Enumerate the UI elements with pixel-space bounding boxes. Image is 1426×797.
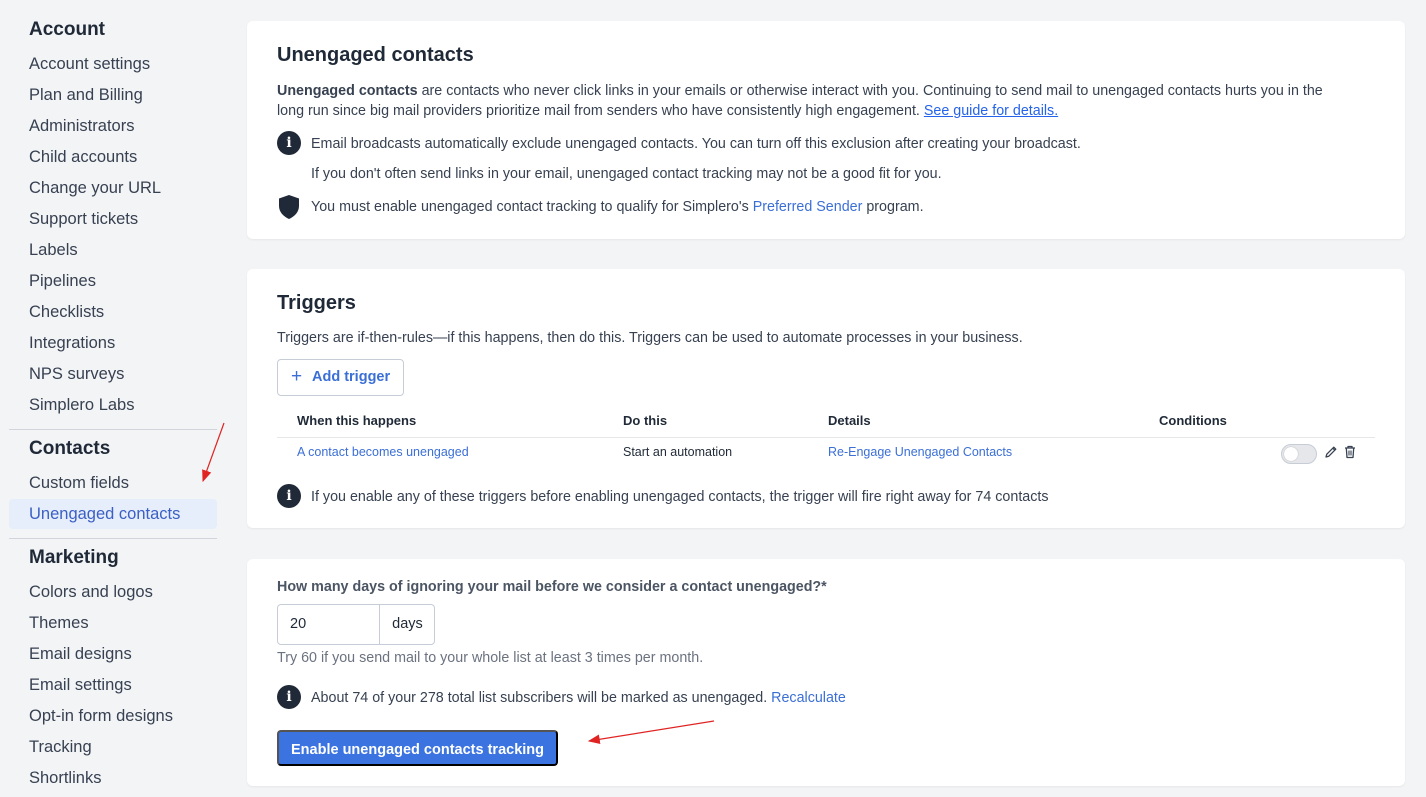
sidebar-item-opt-in-form-designs[interactable]: Opt-in form designs	[9, 701, 217, 731]
sidebar-item-unengaged-contacts[interactable]: Unengaged contacts	[9, 499, 217, 529]
trigger-do: Start an automation	[623, 445, 733, 459]
tracking-settings-card: How many days of ignoring your mail befo…	[247, 559, 1405, 786]
days-input[interactable]: 20	[290, 616, 306, 632]
trigger-fire-warning: If you enable any of these triggers befo…	[311, 489, 1049, 505]
page-title: Unengaged contacts	[277, 44, 474, 66]
info-icon: i	[277, 685, 301, 709]
guide-link[interactable]: See guide for details.	[924, 103, 1058, 119]
settings-sidebar: Account Account settings Plan and Billin…	[9, 0, 217, 797]
days-hint: Try 60 if you send mail to your whole li…	[277, 650, 704, 666]
sidebar-item-nps-surveys[interactable]: NPS surveys	[9, 359, 217, 389]
info-exclude-text: Email broadcasts automatically exclude u…	[311, 136, 1081, 152]
trigger-enabled-toggle[interactable]	[1281, 444, 1317, 464]
sidebar-divider	[9, 429, 217, 430]
sidebar-item-plan-and-billing[interactable]: Plan and Billing	[9, 80, 217, 110]
sidebar-item-shortlinks[interactable]: Shortlinks	[9, 763, 217, 793]
intro-bold-term: Unengaged contacts	[277, 83, 418, 99]
sidebar-item-administrators[interactable]: Administrators	[9, 111, 217, 141]
sidebar-item-themes[interactable]: Themes	[9, 608, 217, 638]
sidebar-item-pipelines[interactable]: Pipelines	[9, 266, 217, 296]
sidebar-item-tracking[interactable]: Tracking	[9, 732, 217, 762]
sidebar-item-child-accounts[interactable]: Child accounts	[9, 142, 217, 172]
sidebar-item-integrations[interactable]: Integrations	[9, 328, 217, 358]
sidebar-heading-marketing: Marketing	[29, 547, 119, 568]
toggle-knob	[1284, 447, 1298, 461]
intro-line-1: Unengaged contacts are contacts who neve…	[277, 81, 1323, 101]
sidebar-item-email-designs[interactable]: Email designs	[9, 639, 217, 669]
sidebar-item-account-settings[interactable]: Account settings	[9, 49, 217, 79]
add-trigger-label: Add trigger	[312, 369, 391, 385]
estimate-text: About 74 of your 278 total list subscrib…	[311, 688, 846, 708]
intro-line-2: long run since big mail providers priori…	[277, 101, 1058, 121]
preferred-sender-text: You must enable unengaged contact tracki…	[311, 197, 924, 217]
sidebar-item-change-url[interactable]: Change your URL	[9, 173, 217, 203]
preferred-sender-pre: You must enable unengaged contact tracki…	[311, 199, 753, 215]
preferred-sender-post: program.	[862, 199, 924, 215]
plus-icon: +	[291, 366, 303, 387]
days-unit-addon: days	[379, 605, 435, 644]
sidebar-heading-account: Account	[29, 19, 105, 40]
sidebar-item-simplero-labs[interactable]: Simplero Labs	[9, 390, 217, 420]
sidebar-item-colors-and-logos[interactable]: Colors and logos	[9, 577, 217, 607]
unengaged-contacts-card: Unengaged contacts Unengaged contacts ar…	[247, 21, 1405, 239]
column-header-do: Do this	[623, 413, 668, 428]
info-icon: i	[277, 131, 301, 155]
trigger-when-link[interactable]: A contact becomes unengaged	[297, 445, 469, 459]
recalculate-link[interactable]: Recalculate	[771, 690, 846, 706]
sidebar-divider	[9, 538, 217, 539]
column-header-when: When this happens	[297, 413, 417, 428]
sidebar-item-checklists[interactable]: Checklists	[9, 297, 217, 327]
sidebar-item-email-settings[interactable]: Email settings	[9, 670, 217, 700]
intro-text: are contacts who never click links in yo…	[417, 83, 1323, 99]
triggers-title: Triggers	[277, 292, 356, 314]
column-header-conditions: Conditions	[1159, 413, 1227, 428]
preferred-sender-link[interactable]: Preferred Sender	[753, 199, 863, 215]
table-divider	[277, 437, 1375, 438]
estimate-label: About 74 of your 278 total list subscrib…	[311, 690, 772, 706]
sidebar-heading-contacts: Contacts	[29, 438, 111, 459]
trigger-details-link[interactable]: Re-Engage Unengaged Contacts	[828, 445, 1012, 459]
sidebar-item-custom-fields[interactable]: Custom fields	[9, 468, 217, 498]
column-header-details: Details	[828, 413, 871, 428]
sidebar-item-labels[interactable]: Labels	[9, 235, 217, 265]
add-trigger-button[interactable]: + Add trigger	[277, 359, 404, 396]
pencil-icon[interactable]	[1324, 445, 1338, 459]
info-icon: i	[277, 484, 301, 508]
enable-tracking-button[interactable]: Enable unengaged contacts tracking	[277, 730, 558, 766]
shield-icon	[279, 195, 299, 219]
info-fit-text: If you don't often send links in your em…	[311, 166, 942, 182]
triggers-card: Triggers Triggers are if-then-rules—if t…	[247, 269, 1405, 528]
trash-icon[interactable]	[1343, 444, 1357, 459]
days-question-label: How many days of ignoring your mail befo…	[277, 579, 827, 595]
intro-text-2: long run since big mail providers priori…	[277, 103, 924, 119]
days-input-group: 20 days	[277, 604, 435, 645]
triggers-description: Triggers are if-then-rules—if this happe…	[277, 330, 1023, 346]
sidebar-item-support-tickets[interactable]: Support tickets	[9, 204, 217, 234]
